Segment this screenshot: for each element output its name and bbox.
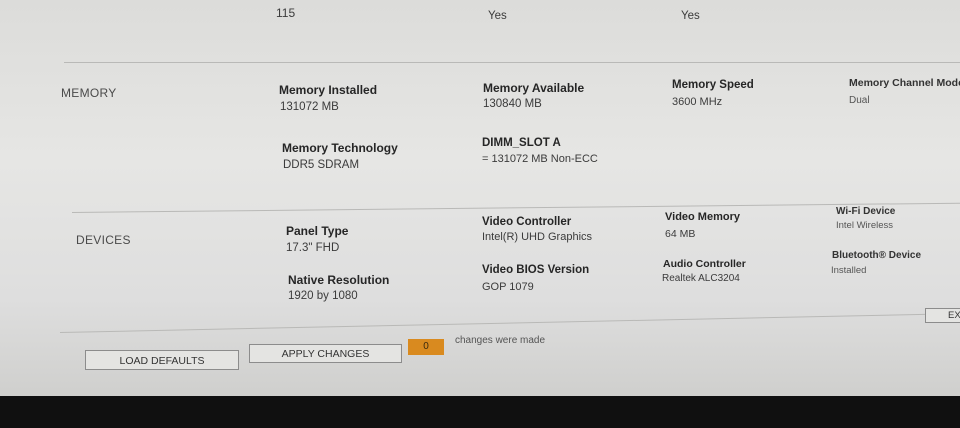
wifi-device-label: Wi-Fi Device — [836, 206, 896, 217]
microcode-version-value: 115 — [276, 6, 296, 20]
exit-button[interactable]: EXI — [925, 308, 960, 323]
memory-available-label: Memory Available — [483, 81, 585, 95]
memory-installed-label: Memory Installed — [279, 83, 378, 97]
memory-technology-value: DDR5 SDRAM — [283, 159, 360, 171]
panel-type-label: Panel Type — [286, 224, 349, 238]
bluetooth-device-label: Bluetooth® Device — [832, 250, 922, 261]
bios-screen: 115 Yes Yes MEMORY Memory Installed 1310… — [0, 0, 960, 398]
bluetooth-device-value: Installed — [831, 265, 867, 276]
hyperthreading-value: Yes — [488, 10, 507, 22]
memory-channel-mode-value: Dual — [849, 95, 870, 106]
video-bios-version-label: Video BIOS Version — [482, 264, 590, 276]
memory-channel-mode-label: Memory Channel Mode — [849, 77, 960, 89]
apply-changes-button[interactable]: APPLY CHANGES — [249, 344, 402, 363]
native-resolution-value: 1920 by 1080 — [288, 290, 358, 302]
memory-installed-value: 131072 MB — [280, 101, 339, 113]
changes-count-badge: 0 — [408, 339, 444, 355]
video-memory-value: 64 MB — [665, 228, 696, 240]
video-controller-value: Intel(R) UHD Graphics — [482, 231, 593, 243]
video-bios-version-value: GOP 1079 — [482, 281, 534, 293]
audio-controller-value: Realtek ALC3204 — [662, 273, 740, 284]
memory-speed-label: Memory Speed — [672, 79, 754, 91]
dimm-slot-a-label: DIMM_SLOT A — [482, 137, 561, 149]
dimm-slot-a-value: = 131072 MB Non-ECC — [482, 153, 598, 165]
video-memory-label: Video Memory — [665, 211, 740, 223]
footer-separator — [59, 313, 960, 333]
audio-controller-label: Audio Controller — [663, 258, 746, 270]
panel-type-value: 17.3" FHD — [286, 242, 340, 254]
memory-available-value: 130840 MB — [483, 98, 542, 110]
memory-speed-value: 3600 MHz — [672, 96, 723, 108]
devices-section-title: DEVICES — [76, 233, 131, 247]
video-controller-label: Video Controller — [482, 216, 572, 228]
native-resolution-label: Native Resolution — [288, 273, 390, 287]
wifi-device-value: Intel Wireless — [836, 220, 894, 231]
load-defaults-button[interactable]: LOAD DEFAULTS — [85, 350, 239, 370]
changes-made-text: changes were made — [455, 335, 546, 346]
devices-separator — [71, 202, 960, 213]
memory-section-title: MEMORY — [61, 86, 117, 100]
monitor-bezel — [0, 396, 960, 428]
memory-technology-label: Memory Technology — [282, 141, 398, 155]
64bit-technology-value: Yes — [681, 10, 700, 22]
memory-separator — [64, 62, 960, 63]
